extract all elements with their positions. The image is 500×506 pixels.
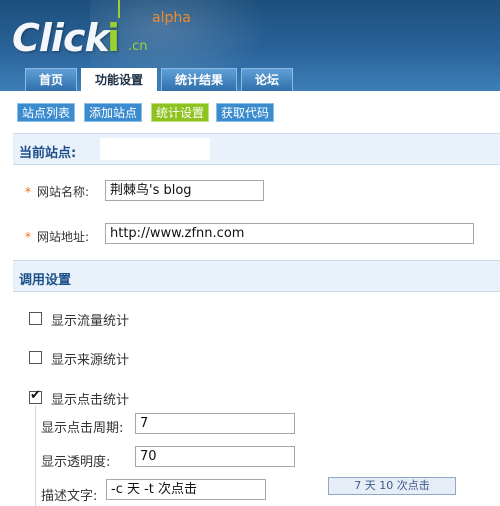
click-period-label: 显示点击周期: [41, 421, 124, 436]
show-source-checkbox[interactable] [29, 351, 42, 364]
tab-forum[interactable]: 论坛 [241, 68, 294, 91]
site-name-input[interactable]: 荆棘鸟's blog [105, 180, 264, 201]
click-preview-badge: 7 天 10 次点击 [328, 477, 456, 495]
add-site-button[interactable]: 添加站点 [84, 103, 143, 122]
tab-home[interactable]: 首页 [25, 68, 78, 91]
current-site-value [100, 138, 210, 160]
logo-domain: .cn [128, 39, 148, 54]
site-url-row: * 网站地址: [25, 228, 89, 245]
logo-text[interactable]: Click [12, 16, 110, 60]
checkmark-icon: ✔ [30, 388, 41, 403]
show-traffic-label: 显示流量统计 [51, 314, 130, 329]
site-url-input[interactable]: http://www.zfnn.com [105, 223, 474, 244]
get-code-button[interactable]: 获取代码 [216, 103, 275, 122]
site-name-row: * 网站名称: [25, 183, 89, 200]
opacity-label: 显示透明度: [41, 455, 111, 470]
logo-alpha-badge: alpha [152, 10, 191, 26]
current-site-heading: 当前站点: [19, 146, 77, 161]
show-traffic-checkbox[interactable] [29, 312, 42, 325]
click-options-divider [35, 406, 36, 506]
logo-letter-i: i [107, 16, 121, 60]
site-name-label: 网站名称: [37, 185, 90, 199]
tab-function-settings[interactable]: 功能设置 [81, 68, 158, 91]
call-settings-section: 调用设置 [13, 260, 500, 292]
site-list-button[interactable]: 站点列表 [17, 103, 76, 122]
required-mark: * [25, 185, 31, 199]
show-clicks-checkbox[interactable]: ✔ [29, 388, 42, 404]
click-period-input[interactable]: 7 [135, 413, 295, 434]
main-nav-tabs: 首页 功能设置 统计结果 论坛 [25, 68, 297, 91]
show-source-label: 显示来源统计 [51, 353, 130, 368]
stats-settings-button[interactable]: 统计设置 [151, 103, 210, 122]
sub-toolbar: 站点列表 添加站点 统计设置 获取代码 [0, 91, 500, 126]
opacity-input[interactable]: 70 [135, 446, 295, 467]
current-site-section: 当前站点: [13, 133, 500, 165]
description-label: 描述文字: [41, 489, 98, 504]
tab-stats-results[interactable]: 统计结果 [161, 68, 238, 91]
site-url-label: 网站地址: [37, 230, 90, 244]
description-input[interactable]: -c 天 -t 次点击 [106, 479, 266, 500]
app-header: Click i .cn alpha 首页 功能设置 统计结果 论坛 [0, 0, 500, 91]
call-settings-heading: 调用设置 [19, 273, 72, 288]
show-clicks-label: 显示点击统计 [51, 393, 130, 408]
required-mark: * [25, 230, 31, 244]
